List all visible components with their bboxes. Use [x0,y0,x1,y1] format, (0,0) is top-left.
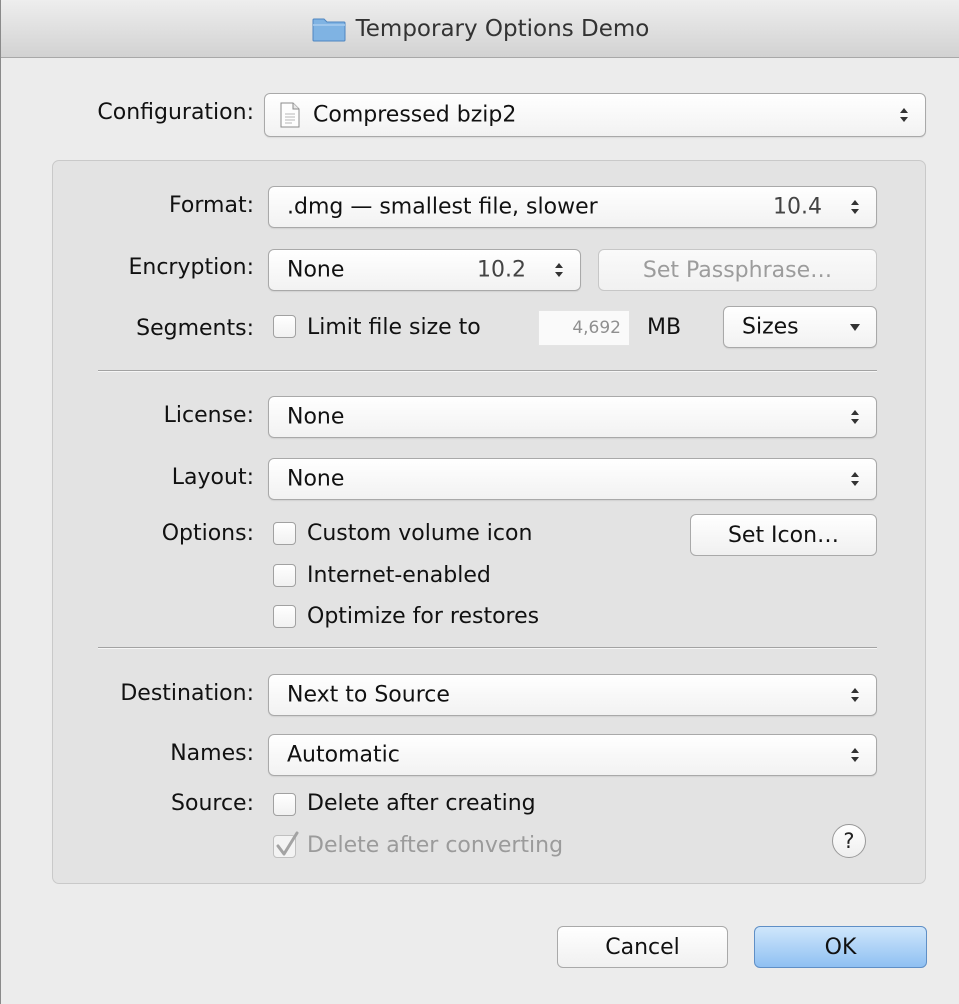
encryption-popup[interactable]: None 10.2 [268,249,581,291]
set-passphrase-button[interactable]: Set Passphrase… [598,249,877,291]
configuration-popup[interactable]: Compressed bzip2 [264,93,926,137]
custom-volume-icon-checkbox[interactable] [273,522,296,545]
license-popup[interactable]: None [268,396,877,438]
destination-label: Destination: [120,681,254,706]
document-icon [279,102,301,128]
encryption-value: None [287,257,345,283]
names-popup[interactable]: Automatic [268,734,877,776]
size-unit-label: MB [647,315,682,340]
names-value: Automatic [287,742,400,768]
separator [98,370,877,372]
segments-label: Segments: [136,316,254,341]
checkmark-icon [276,831,299,856]
updown-arrows-icon [851,472,859,486]
file-size-field[interactable]: 4,692 [538,310,630,346]
title-bar[interactable]: Temporary Options Demo [1,0,959,58]
updown-arrows-icon [851,688,859,702]
updown-arrows-icon [851,748,859,762]
configuration-value: Compressed bzip2 [313,102,517,128]
internet-enabled-label: Internet-enabled [307,563,491,588]
format-label: Format: [169,193,254,218]
format-popup[interactable]: .dmg — smallest file, slower 10.4 [268,186,877,228]
updown-arrows-icon [851,200,859,214]
updown-arrows-icon [555,263,563,277]
configuration-label: Configuration: [97,100,254,125]
encryption-label: Encryption: [128,255,254,280]
source-label: Source: [171,791,254,816]
license-label: License: [163,403,254,428]
format-value: .dmg — smallest file, slower [287,194,598,220]
delete-after-creating-label: Delete after creating [307,791,536,816]
layout-label: Layout: [171,465,254,490]
encryption-version: 10.2 [477,257,526,283]
names-label: Names: [170,741,254,766]
layout-popup[interactable]: None [268,458,877,500]
destination-popup[interactable]: Next to Source [268,674,877,716]
dialog-window: Temporary Options Demo Configuration: Co… [0,0,959,1004]
dropdown-arrow-icon [850,324,860,331]
updown-arrows-icon [900,108,908,122]
optimize-for-restores-label: Optimize for restores [307,604,540,629]
title-wrap: Temporary Options Demo [1,0,959,58]
custom-volume-icon-label: Custom volume icon [307,521,533,546]
updown-arrows-icon [851,410,859,424]
sizes-popup[interactable]: Sizes [723,306,877,348]
sizes-label: Sizes [742,314,799,340]
limit-file-size-checkbox[interactable] [273,315,296,338]
format-version: 10.4 [773,194,822,220]
layout-value: None [287,466,345,492]
separator [98,647,877,649]
internet-enabled-checkbox[interactable] [273,564,296,587]
cancel-button[interactable]: Cancel [557,926,728,968]
optimize-for-restores-checkbox[interactable] [273,605,296,628]
delete-after-converting-checkbox[interactable] [273,831,299,858]
destination-value: Next to Source [287,682,450,708]
folder-icon [312,16,346,42]
ok-button[interactable]: OK [754,926,927,968]
limit-file-size-label: Limit file size to [307,315,481,340]
set-icon-button[interactable]: Set Icon… [690,514,877,556]
window-title: Temporary Options Demo [355,16,650,42]
delete-after-creating-checkbox[interactable] [273,793,296,816]
license-value: None [287,404,345,430]
options-label: Options: [161,521,254,546]
help-button[interactable]: ? [832,824,866,858]
delete-after-converting-label: Delete after converting [307,833,564,858]
